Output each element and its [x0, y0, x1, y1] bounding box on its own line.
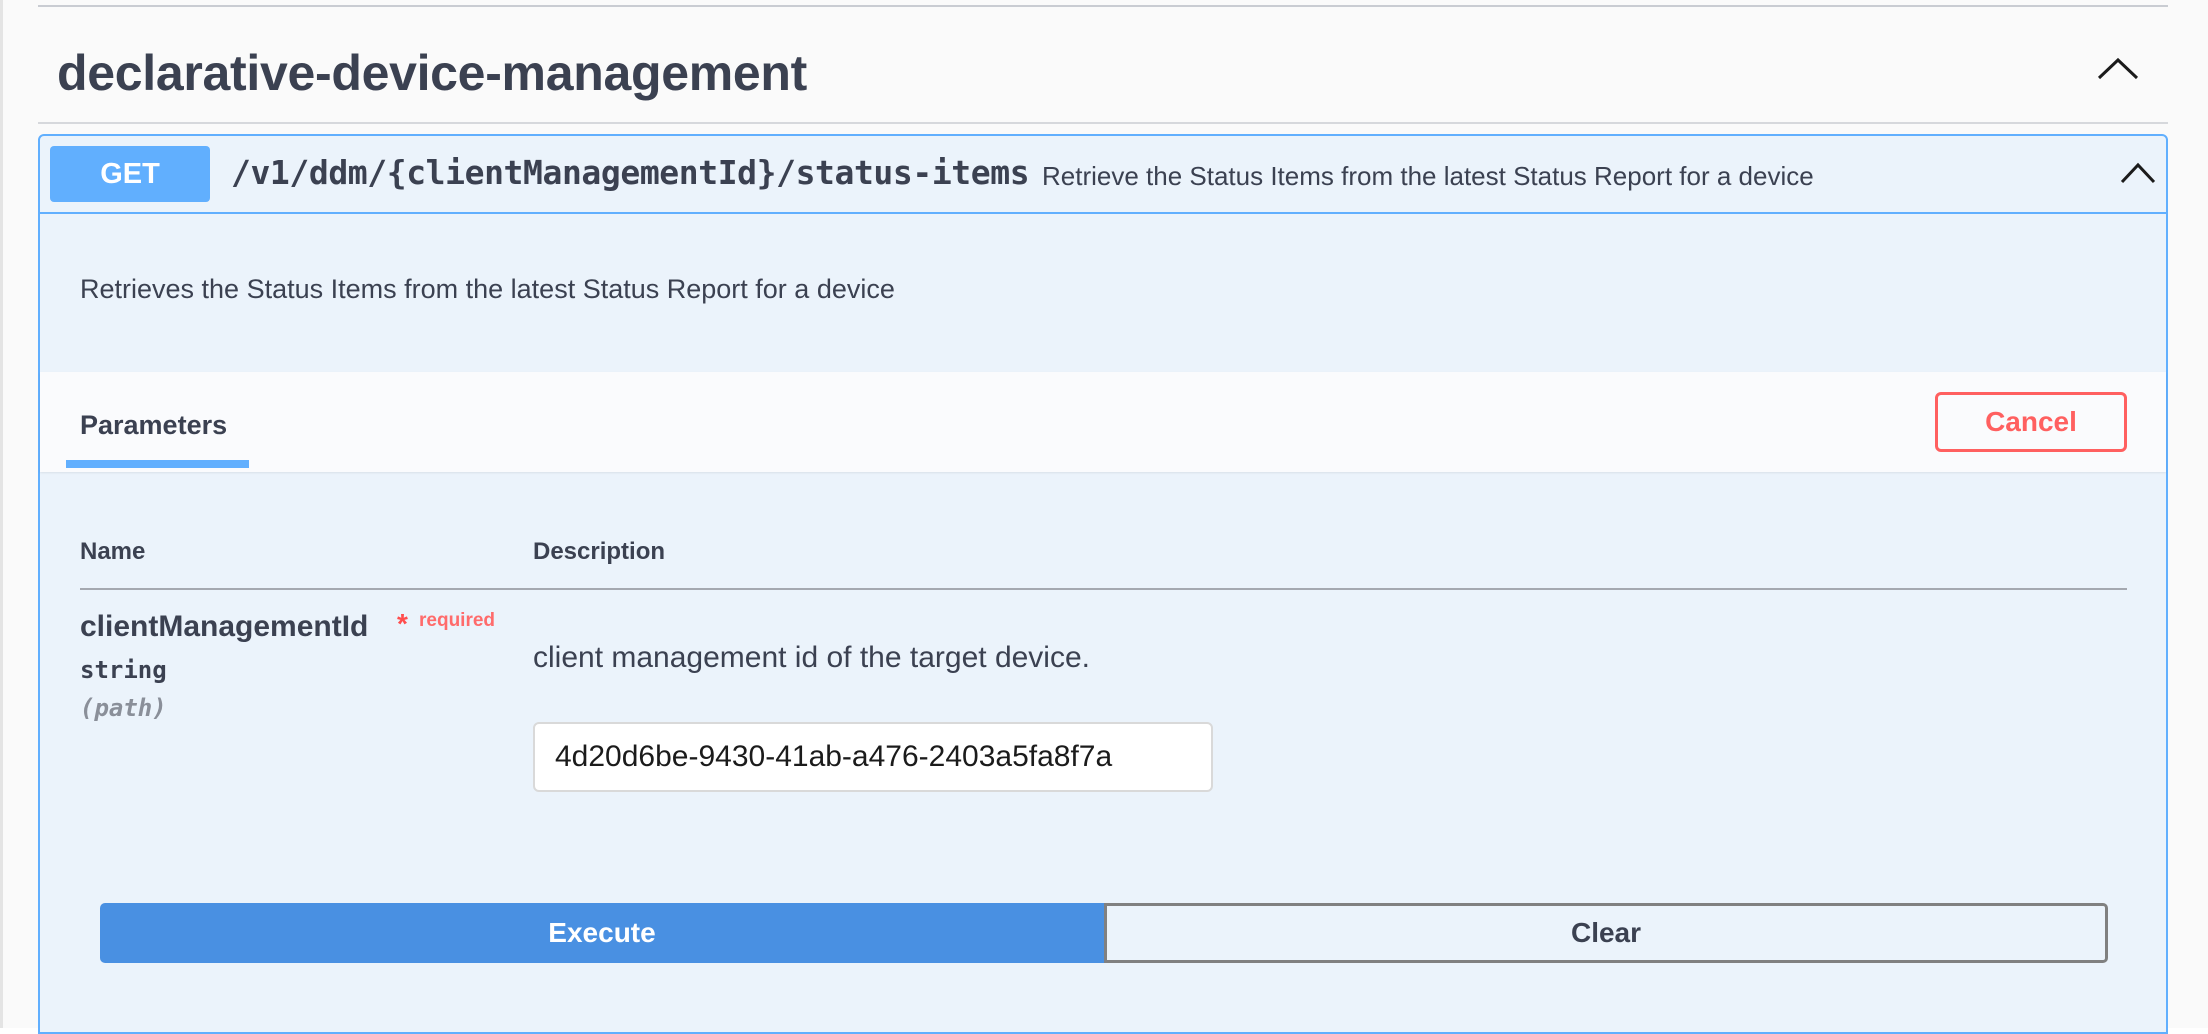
tag-section-header[interactable]: declarative-device-management [38, 10, 2168, 124]
clear-button[interactable]: Clear [1104, 903, 2108, 963]
operation-description: Retrieves the Status Items from the late… [80, 274, 895, 304]
chevron-up-icon[interactable] [2093, 54, 2143, 84]
parameter-location: (path) [80, 694, 167, 722]
operation-block: GET /v1/ddm/{clientManagementId}/status-… [38, 134, 2168, 1034]
parameters-header: Parameters Cancel [40, 372, 2166, 472]
tab-parameters[interactable]: Parameters [80, 410, 227, 441]
chevron-up-icon[interactable] [2118, 160, 2158, 186]
parameter-description: client management id of the target devic… [533, 641, 1090, 674]
section-divider [38, 5, 2168, 7]
required-marker: * [397, 608, 408, 639]
tag-title: declarative-device-management [57, 45, 807, 101]
required-label: required [419, 610, 496, 631]
column-header-description: Description [533, 538, 666, 565]
client-management-id-input[interactable] [533, 722, 1213, 792]
operation-path: /v1/ddm/{clientManagementId}/status-item… [231, 153, 1030, 192]
table-header-divider [80, 588, 2127, 590]
left-edge [0, 0, 3, 1028]
operation-summary-text: Retrieve the Status Items from the lates… [1042, 161, 1814, 191]
cancel-button[interactable]: Cancel [1935, 392, 2127, 452]
column-header-name: Name [80, 538, 146, 565]
method-badge: GET [50, 146, 210, 202]
execute-button[interactable]: Execute [100, 903, 1104, 963]
tab-active-indicator [66, 460, 249, 468]
parameter-name: clientManagementId [80, 610, 369, 643]
operation-summary[interactable]: GET /v1/ddm/{clientManagementId}/status-… [40, 136, 2166, 214]
parameter-type: string [80, 656, 167, 684]
